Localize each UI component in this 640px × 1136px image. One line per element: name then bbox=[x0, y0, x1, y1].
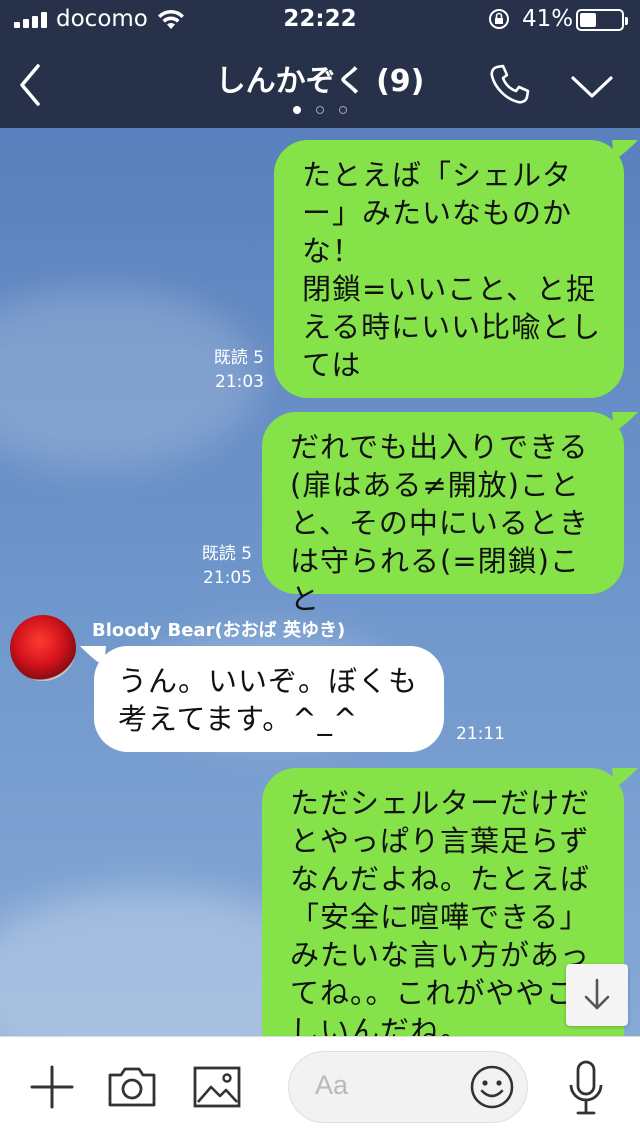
message-bubble-sent[interactable]: だれでも出入りできる (扉はある≠開放)こと と、その中にいるとき は守られる(… bbox=[262, 412, 624, 616]
bubble-tail bbox=[612, 140, 638, 160]
input-placeholder: Aa bbox=[315, 1070, 349, 1100]
sender-name: Bloody Bear(おおば 英ゆき) bbox=[92, 620, 346, 641]
camera-icon[interactable] bbox=[106, 1065, 158, 1109]
page-dot bbox=[292, 106, 301, 114]
message-time: 21:03 bbox=[215, 372, 264, 392]
page-indicator bbox=[0, 106, 640, 116]
message-meta: 既読 5 21:03 bbox=[180, 346, 264, 394]
image-icon[interactable] bbox=[192, 1065, 242, 1109]
message-bubble-sent[interactable]: たとえば「シェルタ ー」みたいなものか な！ 閉鎖=いいこと、と捉 える時にいい… bbox=[274, 140, 624, 398]
message-meta: 既読 5 21:05 bbox=[168, 542, 252, 590]
input-bar: Aa bbox=[0, 1036, 640, 1136]
battery-percent: 41% bbox=[522, 6, 574, 32]
message-time: 21:11 bbox=[456, 724, 505, 744]
message-time: 21:05 bbox=[203, 568, 252, 588]
phone-icon[interactable] bbox=[488, 62, 532, 106]
avatar[interactable] bbox=[10, 615, 76, 681]
bubble-tail bbox=[612, 412, 638, 432]
message-input[interactable]: Aa bbox=[288, 1051, 528, 1123]
bubble-tail bbox=[80, 646, 106, 666]
arrow-down-icon bbox=[584, 978, 610, 1010]
plus-icon[interactable] bbox=[28, 1063, 76, 1111]
battery-icon bbox=[576, 9, 628, 31]
microphone-icon[interactable] bbox=[566, 1059, 606, 1117]
read-receipt: 既読 5 bbox=[201, 544, 252, 564]
page-dot bbox=[339, 106, 348, 114]
chat-title[interactable]: しんかぞく (9) bbox=[0, 56, 640, 100]
read-receipt: 既読 5 bbox=[213, 348, 264, 368]
emoji-icon[interactable] bbox=[469, 1064, 515, 1110]
chevron-down-icon[interactable] bbox=[570, 70, 614, 104]
top-bar: docomo 22:22 41% しんかぞく (9) bbox=[0, 0, 640, 128]
orientation-lock-icon bbox=[489, 9, 509, 29]
page-dot bbox=[316, 106, 324, 114]
battery-level bbox=[580, 13, 596, 27]
chat-area[interactable]: たとえば「シェルタ ー」みたいなものか な！ 閉鎖=いいこと、と捉 える時にいい… bbox=[0, 128, 640, 1036]
message-bubble-received[interactable]: うん。いいぞ。ぼくも 考えてます。^_^ bbox=[94, 646, 444, 752]
bubble-tail bbox=[612, 768, 638, 788]
status-bar: docomo 22:22 41% bbox=[0, 0, 640, 40]
scroll-to-bottom-button[interactable] bbox=[566, 964, 628, 1026]
